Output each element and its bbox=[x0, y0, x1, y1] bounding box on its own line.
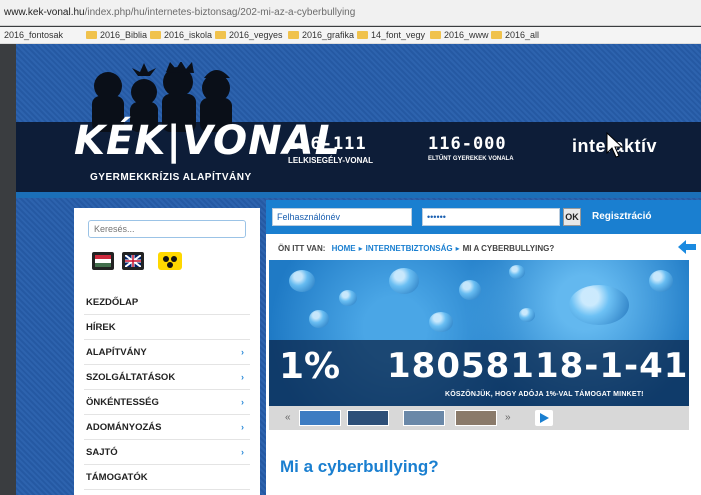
back-arrow-icon[interactable] bbox=[678, 240, 696, 254]
main-content: OK Regisztráció ÖN ITT VAN: HOME▸INTERNE… bbox=[266, 200, 701, 495]
logo-subtitle: GYERMEKKRÍZIS ALAPÍTVÁNY bbox=[90, 172, 252, 183]
bookmark-folder[interactable]: 2016_www bbox=[430, 30, 489, 40]
menu-label: TÁMOGATÓK bbox=[86, 471, 148, 483]
breadcrumb-current: MI A CYBERBULLYING? bbox=[462, 244, 555, 253]
main-menu: KEZDŐLAP HÍREK ALAPÍTVÁNY › SZOLGÁLTATÁSO… bbox=[84, 290, 250, 490]
hotline-116000[interactable]: 116-000 ELTŰNT GYEREKEK VONALA bbox=[428, 134, 514, 162]
bookmark-folder[interactable]: 2016_Biblia bbox=[86, 30, 147, 40]
register-link[interactable]: Regisztráció bbox=[592, 211, 651, 222]
url-path: /index.php/hu/internetes-biztonsag/202-m… bbox=[84, 7, 356, 18]
thumbnail[interactable] bbox=[347, 410, 389, 426]
thumbnail[interactable] bbox=[403, 410, 445, 426]
menu-item-onkentesseg[interactable]: ÖNKÉNTESSÉG › bbox=[84, 390, 250, 415]
bookmark-label: 2016_grafika bbox=[302, 30, 355, 40]
menu-label: ALAPÍTVÁNY bbox=[86, 346, 147, 358]
left-sidebar: KEZDŐLAP HÍREK ALAPÍTVÁNY › SZOLGÁLTATÁSO… bbox=[74, 208, 260, 495]
address-bar[interactable]: www.kek-vonal.hu/index.php/hu/internetes… bbox=[0, 0, 701, 26]
mouse-cursor-icon bbox=[606, 132, 624, 158]
kek-vonal-logo[interactable]: KÉK|VONAL GYERMEKKRÍZIS ALAPÍTVÁNY bbox=[74, 116, 340, 196]
menu-label: SZOLGÁLTATÁSOK bbox=[86, 371, 176, 383]
bookmark-folder[interactable]: 2016_iskola bbox=[150, 30, 212, 40]
bookmark-folder[interactable]: 2016_vegyes bbox=[215, 30, 283, 40]
breadcrumb-label: ÖN ITT VAN: bbox=[278, 244, 326, 253]
article-title: Mi a cyberbullying? bbox=[280, 457, 439, 476]
slideshow-thumbnails: « » bbox=[269, 406, 689, 430]
bookmarks-bar: 2016_fontosak 2016_Biblia 2016_iskola 20… bbox=[0, 27, 701, 44]
bookmark-label: 2016_all bbox=[505, 30, 540, 40]
web-page: KÉK|VONAL GYERMEKKRÍZIS ALAPÍTVÁNY 116-1… bbox=[16, 44, 701, 495]
folder-icon bbox=[215, 31, 226, 39]
chevron-right-icon: › bbox=[241, 422, 244, 432]
thanks-text: KÖSZÖNJÜK, HOGY ADÓJA 1%-VAL TÁMOGAT MIN… bbox=[445, 391, 644, 398]
hotline-label: LELKISEGÉLY-VONAL bbox=[288, 156, 374, 165]
login-ok-button[interactable]: OK bbox=[563, 208, 581, 226]
play-button[interactable] bbox=[535, 410, 553, 426]
tax-number: 18058118-1-41 bbox=[387, 346, 689, 386]
percent-text: 1% bbox=[279, 346, 341, 387]
hotline-116111[interactable]: 116-111 LELKISEGÉLY-VONAL bbox=[288, 134, 373, 165]
chevron-right-icon: › bbox=[241, 397, 244, 407]
menu-item-szolgaltatasok[interactable]: SZOLGÁLTATÁSOK › bbox=[84, 365, 250, 390]
next-thumb-button[interactable]: » bbox=[505, 412, 511, 423]
donation-banner[interactable]: 1% 18058118-1-41 KÖSZÖNJÜK, HOGY ADÓJA 1… bbox=[269, 260, 689, 430]
menu-item-kezdolap[interactable]: KEZDŐLAP bbox=[84, 290, 250, 315]
hotline-label: ELTŰNT GYEREKEK VONALA bbox=[428, 156, 514, 162]
thumbnail[interactable] bbox=[455, 410, 497, 426]
menu-item-adomanyozas[interactable]: ADOMÁNYOZÁS › bbox=[84, 415, 250, 440]
bookmark-folder[interactable]: 14_font_vegy bbox=[357, 30, 425, 40]
folder-icon bbox=[430, 31, 441, 39]
search-input[interactable] bbox=[88, 220, 246, 238]
menu-item-hirek[interactable]: HÍREK bbox=[84, 315, 250, 340]
menu-item-alapitvany[interactable]: ALAPÍTVÁNY › bbox=[84, 340, 250, 365]
chevron-right-icon: › bbox=[241, 447, 244, 457]
bookmark-label: 2016_Biblia bbox=[100, 30, 148, 40]
bookmark-label: 2016_fontosak bbox=[4, 30, 64, 40]
bookmark-label: 2016_vegyes bbox=[229, 30, 283, 40]
play-icon bbox=[540, 413, 549, 423]
url-text[interactable]: www.kek-vonal.hu/index.php/hu/internetes… bbox=[4, 7, 355, 18]
login-bar: OK Regisztráció bbox=[266, 200, 701, 234]
breadcrumb: ÖN ITT VAN: HOME ▸ INTERNETBIZTONSÁG ▸ MI A … bbox=[278, 244, 555, 253]
language-selector bbox=[92, 252, 182, 270]
breadcrumb-home-link[interactable]: HOME bbox=[332, 244, 356, 253]
uk-flag-icon[interactable] bbox=[122, 252, 144, 270]
folder-icon bbox=[150, 31, 161, 39]
bookmark-label: 2016_iskola bbox=[164, 30, 213, 40]
bookmark-label: 14_font_vegy bbox=[371, 30, 426, 40]
menu-label: SAJTÓ bbox=[86, 446, 118, 458]
folder-icon bbox=[86, 31, 97, 39]
folder-icon bbox=[288, 31, 299, 39]
username-input[interactable] bbox=[272, 208, 412, 226]
password-input[interactable] bbox=[422, 208, 560, 226]
menu-label: KEZDŐLAP bbox=[86, 296, 139, 308]
chevron-right-icon: › bbox=[241, 372, 244, 382]
bookmark-label: 2016_www bbox=[444, 30, 489, 40]
hungarian-flag-icon[interactable] bbox=[92, 252, 114, 270]
prev-thumb-button[interactable]: « bbox=[285, 412, 291, 423]
bookmark-folder[interactable]: 2016_grafika bbox=[288, 30, 354, 40]
sign-language-icon[interactable] bbox=[158, 252, 182, 270]
folder-icon bbox=[357, 31, 368, 39]
menu-label: ADOMÁNYOZÁS bbox=[86, 421, 162, 433]
bookmark-folder[interactable]: 2016_all bbox=[491, 30, 539, 40]
menu-label: ÖNKÉNTESSÉG bbox=[86, 396, 159, 408]
menu-label: HÍREK bbox=[86, 321, 116, 333]
menu-item-sajto[interactable]: SAJTÓ › bbox=[84, 440, 250, 465]
bookmark-folder[interactable]: 2016_fontosak bbox=[4, 30, 63, 40]
thumbnail[interactable] bbox=[299, 410, 341, 426]
breadcrumb-section-link[interactable]: INTERNETBIZTONSÁG bbox=[366, 244, 453, 253]
hotline-number: 116-000 bbox=[428, 134, 507, 154]
url-host: www.kek-vonal.hu bbox=[4, 7, 85, 18]
hotline-number: 116-111 bbox=[288, 134, 367, 154]
chevron-right-icon: › bbox=[241, 347, 244, 357]
menu-item-tamogatok[interactable]: TÁMOGATÓK bbox=[84, 465, 250, 490]
folder-icon bbox=[491, 31, 502, 39]
